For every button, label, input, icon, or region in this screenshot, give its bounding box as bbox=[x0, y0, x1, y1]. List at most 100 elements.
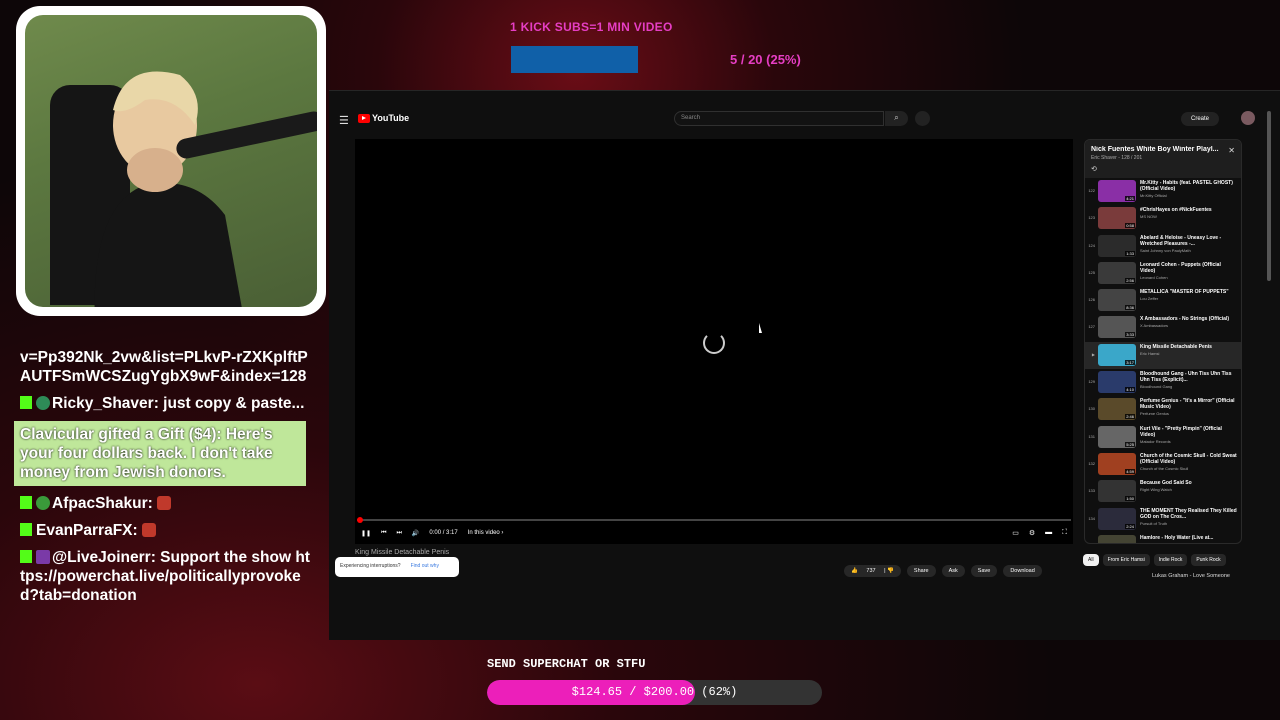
save-button[interactable]: Save bbox=[970, 565, 998, 577]
time-display: 0:00 / 3:17 bbox=[429, 530, 458, 536]
kick-badge-icon bbox=[20, 396, 32, 409]
thumbnail[interactable]: 2:46 bbox=[1098, 398, 1136, 421]
fullscreen-icon[interactable]: ⛶ bbox=[1062, 529, 1067, 537]
playlist-item[interactable]: 135 Hamlore - Holy Water (Live at... bbox=[1085, 533, 1241, 543]
video-progress-bar[interactable] bbox=[357, 517, 1071, 523]
voice-search-icon[interactable] bbox=[915, 111, 930, 126]
user-badge-icon bbox=[36, 496, 50, 510]
like-button[interactable]: 👍 737 | 👎 bbox=[844, 565, 901, 577]
page-scrollbar[interactable] bbox=[1267, 111, 1271, 281]
chip[interactable]: From Eric Hamsi bbox=[1102, 554, 1150, 566]
download-button[interactable]: Download bbox=[1003, 565, 1042, 577]
playlist-item[interactable]: 124 1:33 Abelard & Heloise - Uneasy Love -… bbox=[1085, 233, 1241, 260]
thumbnail[interactable]: 1:50 bbox=[1098, 480, 1136, 503]
create-button[interactable]: Create bbox=[1181, 112, 1219, 126]
find-out-why-link[interactable]: Find out why bbox=[411, 563, 439, 571]
thumbnail[interactable]: 4:59 bbox=[1098, 452, 1136, 475]
playlist-item-index: 126 bbox=[1088, 297, 1095, 303]
duration-badge: 0:58 bbox=[1125, 223, 1135, 229]
scrubber-handle[interactable] bbox=[357, 517, 363, 523]
in-this-video-label: In this video bbox=[467, 530, 500, 536]
playlist-item-index: 132 bbox=[1088, 460, 1095, 466]
search-input[interactable]: Search bbox=[674, 111, 884, 126]
playlist-item-channel: Church of the Cosmic Skull bbox=[1140, 465, 1189, 471]
kick-badge-icon bbox=[20, 550, 32, 563]
volume-icon[interactable]: 🔊 bbox=[412, 530, 419, 537]
thumbnail[interactable]: 4:10 bbox=[1098, 371, 1136, 394]
superchat-goal-amount: $124.65 / $200.00 (62%) bbox=[571, 685, 738, 699]
chip[interactable]: Indie Rock bbox=[1153, 554, 1188, 566]
playlist-item-index: 123 bbox=[1088, 215, 1095, 221]
playlist-title[interactable]: Nick Fuentes White Boy Winter Playl... bbox=[1091, 146, 1235, 153]
playlist-item[interactable]: 133 1:50 Because God Said So Right Wing Wat… bbox=[1085, 478, 1241, 505]
playlist-item-text: METALLICA "MASTER OF PUPPETS" Lou Zeffer bbox=[1140, 289, 1237, 301]
chip[interactable]: All bbox=[1083, 554, 1099, 566]
search-icon[interactable]: ⌕ bbox=[885, 111, 908, 126]
chat-link-fragment: v=Pp392Nk_2vw&list=PLkvP-rZXKplftPAUTFSm… bbox=[20, 349, 308, 385]
chat-feed: v=Pp392Nk_2vw&list=PLkvP-rZXKplftPAUTFSm… bbox=[14, 348, 314, 613]
playlist-item-text: THE MOMENT They Realised They Killed GOD… bbox=[1140, 508, 1237, 526]
thumbnail[interactable]: 5:25 bbox=[1098, 425, 1136, 448]
sub-goal-count: 5 / 20 (25%) bbox=[730, 52, 801, 67]
thumbnail[interactable]: 8:36 bbox=[1098, 289, 1136, 312]
thumbnail[interactable]: 1:33 bbox=[1098, 234, 1136, 257]
theater-mode-icon[interactable]: ▬ bbox=[1045, 529, 1052, 537]
chat-message: @LiveJoinerr: Support the show https://p… bbox=[20, 549, 310, 604]
duration-badge: 4:59 bbox=[1125, 468, 1135, 474]
pause-icon[interactable]: ❚❚ bbox=[361, 530, 371, 537]
playlist-item-text: Perfume Genius - "It's a Mirror" (Offici… bbox=[1140, 398, 1237, 416]
playlist-item-title: Church of the Cosmic Skull - Cold Sweat … bbox=[1140, 452, 1237, 465]
avatar[interactable] bbox=[1241, 111, 1255, 125]
playlist-item[interactable]: 123 0:58 #ChrisHayes on #NickFuentes MS NOW bbox=[1085, 205, 1241, 232]
kick-badge-icon bbox=[20, 523, 32, 536]
captions-icon[interactable]: ▭ bbox=[1012, 529, 1019, 537]
duration-badge: 4:10 bbox=[1125, 387, 1135, 393]
playlist-item-text: Kurt Vile - "Pretty Pimpin" (Official Vi… bbox=[1140, 426, 1237, 444]
chip[interactable]: Punk Rock bbox=[1191, 554, 1226, 566]
playlist-header: Nick Fuentes White Boy Winter Playl... E… bbox=[1085, 140, 1241, 178]
playlist-item-text: Leonard Cohen - Puppets (Official Video)… bbox=[1140, 262, 1237, 280]
playlist-item[interactable]: ▶ 3:17 King Missile Detachable Penis Eric H… bbox=[1085, 341, 1241, 370]
playlist-item[interactable]: 130 2:46 Perfume Genius - "It's a Mirror" … bbox=[1085, 396, 1241, 423]
menu-icon[interactable]: ☰ bbox=[339, 114, 349, 127]
previous-icon[interactable]: ⏮ bbox=[381, 530, 386, 537]
settings-gear-icon[interactable]: ⚙ bbox=[1029, 529, 1035, 537]
playlist-item-index: ▶ bbox=[1091, 351, 1095, 357]
playlist-item-channel: Lou Zeffer bbox=[1140, 296, 1159, 302]
playlist-item[interactable]: 122 4:21 Mr.Kitty - Habits (feat. PASTEL G… bbox=[1085, 178, 1241, 205]
duration-badge: 2:24 bbox=[1125, 523, 1135, 529]
thumbnail[interactable]: 2:24 bbox=[1098, 507, 1136, 530]
video-title: King Missile Detachable Penis bbox=[355, 549, 450, 556]
sub-goal-progress-fill bbox=[511, 46, 638, 73]
playlist-item[interactable]: 132 4:59 Church of the Cosmic Skull - Cold… bbox=[1085, 451, 1241, 478]
thumbnail[interactable]: 0:58 bbox=[1098, 207, 1136, 230]
thumbnail[interactable]: 4:21 bbox=[1098, 180, 1136, 202]
thumbnail[interactable]: 3:17 bbox=[1098, 343, 1136, 366]
playlist-item[interactable]: 134 2:24 THE MOMENT They Realised They Kil… bbox=[1085, 506, 1241, 533]
playlist-item[interactable]: 126 8:36 METALLICA "MASTER OF PUPPETS" Lou … bbox=[1085, 287, 1241, 314]
loop-icon[interactable]: ⟲ bbox=[1091, 165, 1235, 173]
share-button[interactable]: Share bbox=[906, 565, 936, 577]
youtube-logo[interactable]: YouTube bbox=[358, 113, 409, 123]
thumbnail[interactable] bbox=[1098, 534, 1136, 543]
close-icon[interactable]: ✕ bbox=[1228, 146, 1235, 155]
next-icon[interactable]: ⏭ bbox=[396, 530, 401, 537]
playlist-panel: Nick Fuentes White Boy Winter Playl... E… bbox=[1084, 139, 1242, 544]
playlist-item[interactable]: 127 3:33 X Ambassadors - No Strings (Offic… bbox=[1085, 314, 1241, 341]
ask-button[interactable]: Ask bbox=[941, 565, 965, 577]
playlist-item-title: Bloodhound Gang - Uhn Tiss Uhn Tiss Uhn … bbox=[1140, 371, 1232, 384]
recommended-video-title[interactable]: Lukas Graham - Love Someone bbox=[1152, 573, 1230, 579]
chat-username: @LiveJoinerr bbox=[52, 549, 151, 566]
playlist-item[interactable]: 125 2:56 Leonard Cohen - Puppets (Official… bbox=[1085, 260, 1241, 287]
thumbnail[interactable]: 3:33 bbox=[1098, 316, 1136, 339]
youtube-window: ☰ YouTube Search ⌕ Create ❚❚ ⏮ ⏭ 🔊 0:00 … bbox=[329, 90, 1280, 640]
video-player[interactable]: ❚❚ ⏮ ⏭ 🔊 0:00 / 3:17 In this video › ▭ ⚙… bbox=[355, 139, 1073, 544]
playlist-item-title: Because God Said So bbox=[1140, 480, 1192, 487]
playlist-item[interactable]: 131 5:25 Kurt Vile - "Pretty Pimpin" (Offi… bbox=[1085, 424, 1241, 451]
chat-message: EvanParraFX: bbox=[14, 521, 314, 540]
thumbnail[interactable]: 2:56 bbox=[1098, 261, 1136, 284]
playlist-item[interactable]: 129 4:10 Bloodhound Gang - Uhn Tiss Uhn Ti… bbox=[1085, 369, 1241, 396]
playlist-item-title: Abelard & Heloise - Uneasy Love - Wretch… bbox=[1140, 234, 1222, 247]
video-actions: 👍 737 | 👎 Share Ask Save Download bbox=[844, 565, 1042, 577]
in-this-video-button[interactable]: In this video › bbox=[468, 530, 504, 536]
